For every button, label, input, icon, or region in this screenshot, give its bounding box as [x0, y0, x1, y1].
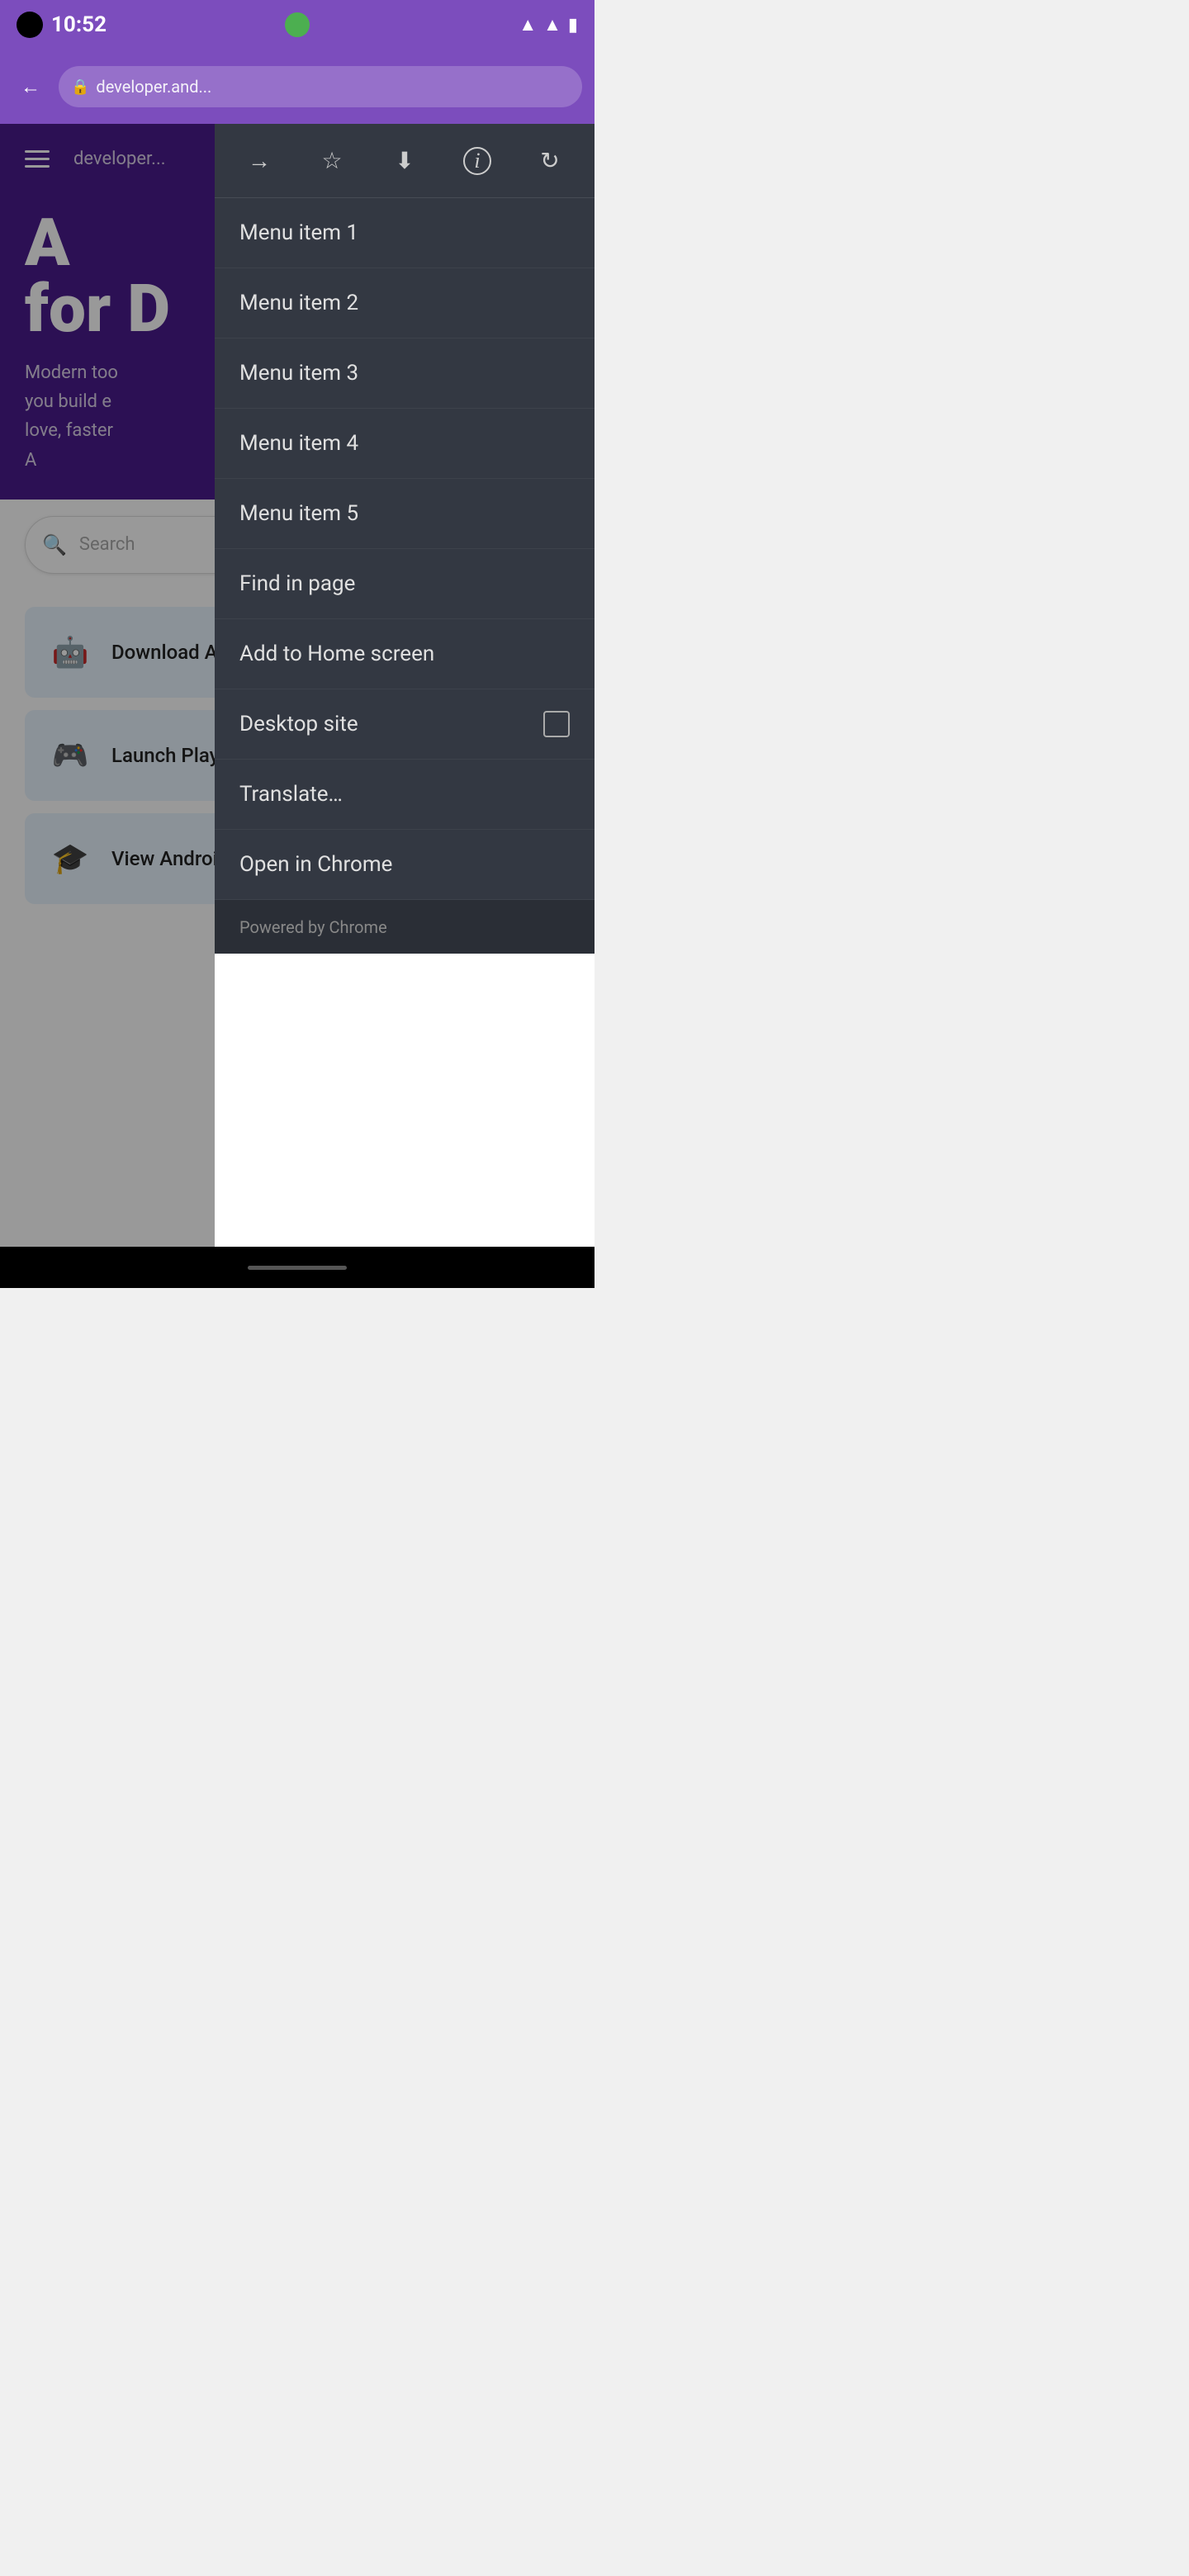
status-bar-left: 10:52	[17, 12, 107, 38]
bookmark-button[interactable]: ☆	[307, 136, 357, 186]
add-to-home-screen-item[interactable]: Add to Home screen	[215, 619, 594, 689]
circle-icon	[17, 12, 43, 38]
wifi-icon: ▲	[519, 14, 537, 36]
refresh-icon: ↻	[540, 147, 559, 174]
status-bar-right: ▲ ▲ ▮	[519, 14, 578, 36]
back-icon: ←	[21, 75, 40, 99]
signal-icon: ▲	[543, 14, 561, 36]
desktop-site-checkbox[interactable]	[543, 711, 570, 737]
url-text: developer.and...	[96, 77, 211, 97]
desktop-site-item[interactable]: Desktop site	[215, 689, 594, 760]
menu-item-4[interactable]: Menu item 4	[215, 409, 594, 479]
status-time: 10:52	[51, 12, 107, 37]
refresh-button[interactable]: ↻	[525, 136, 575, 186]
browser-toolbar: ← 🔒 developer.and...	[0, 50, 594, 124]
bookmark-icon: ☆	[321, 147, 342, 174]
powered-by-text: Powered by Chrome	[239, 917, 387, 937]
context-menu: → ☆ ⬇ i ↻ Menu item 1 Menu item 2 Menu i…	[215, 124, 594, 954]
download-icon: ⬇	[395, 147, 414, 174]
back-button[interactable]: ←	[12, 69, 49, 105]
dim-overlay	[0, 124, 215, 1288]
page-content: developer... A for D Modern too you buil…	[0, 124, 594, 1288]
info-icon: i	[463, 147, 491, 175]
download-button[interactable]: ⬇	[380, 136, 429, 186]
open-in-chrome-item[interactable]: Open in Chrome	[215, 830, 594, 900]
forward-icon: →	[248, 147, 271, 174]
status-bar: 10:52 ▲ ▲ ▮	[0, 0, 594, 50]
menu-item-2[interactable]: Menu item 2	[215, 268, 594, 339]
battery-icon: ▮	[568, 15, 578, 36]
status-center-dot	[285, 12, 310, 37]
lock-icon: 🔒	[71, 78, 89, 96]
menu-footer: Powered by Chrome	[215, 900, 594, 954]
menu-item-1[interactable]: Menu item 1	[215, 198, 594, 268]
translate-item[interactable]: Translate…	[215, 760, 594, 830]
home-indicator	[248, 1266, 347, 1270]
url-bar[interactable]: 🔒 developer.and...	[59, 66, 582, 107]
menu-item-3[interactable]: Menu item 3	[215, 339, 594, 409]
forward-button[interactable]: →	[234, 136, 284, 186]
menu-item-5[interactable]: Menu item 5	[215, 479, 594, 549]
find-in-page-item[interactable]: Find in page	[215, 549, 594, 619]
info-button[interactable]: i	[452, 136, 502, 186]
menu-toolbar: → ☆ ⬇ i ↻	[215, 124, 594, 198]
